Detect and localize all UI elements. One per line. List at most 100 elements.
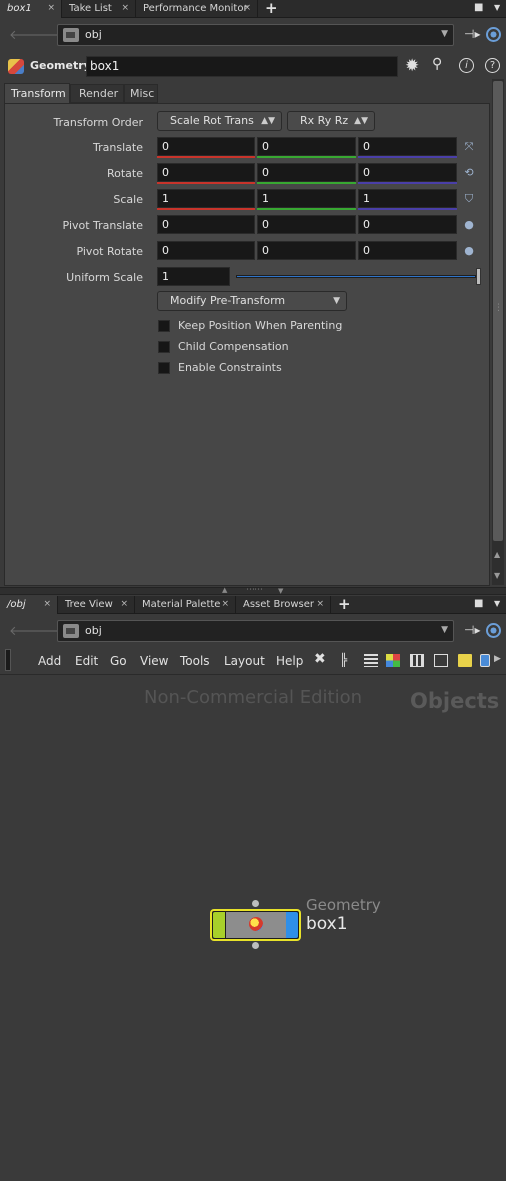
tree-icon[interactable]: ╠ bbox=[340, 653, 347, 667]
tab-obj[interactable]: /obj × bbox=[0, 596, 58, 614]
chevron-down-icon[interactable]: ▼ bbox=[441, 625, 448, 635]
scroll-down-icon[interactable]: ▼ bbox=[494, 571, 500, 580]
pane-menu-icon[interactable]: ▼ bbox=[494, 599, 500, 608]
pivot-handle-icon[interactable]: ● bbox=[463, 219, 475, 231]
close-icon[interactable]: × bbox=[243, 0, 251, 17]
rotate-handle-icon[interactable]: ⟲ bbox=[463, 167, 475, 179]
pivot-translate-z-field[interactable]: 0 bbox=[358, 215, 457, 234]
pivot-rotate-z-field[interactable]: 0 bbox=[358, 241, 457, 260]
scale-z-field[interactable]: 1 bbox=[358, 189, 457, 208]
enable-constraints-checkbox[interactable] bbox=[158, 362, 170, 374]
tab-transform[interactable]: Transform bbox=[4, 83, 70, 103]
tab-performance-monitor[interactable]: Performance Monitor × bbox=[136, 0, 258, 18]
pivot-translate-y-field[interactable]: 0 bbox=[257, 215, 356, 234]
chevron-down-icon[interactable]: ▼ bbox=[441, 29, 448, 39]
link-icon[interactable] bbox=[486, 623, 501, 638]
menu-layout[interactable]: Layout bbox=[224, 654, 265, 668]
rotate-y-field[interactable]: 0 bbox=[257, 163, 356, 182]
close-icon[interactable]: × bbox=[120, 596, 128, 613]
tab-box1[interactable]: box1 × bbox=[0, 0, 62, 18]
sticky-note-icon[interactable] bbox=[458, 654, 472, 667]
path-field[interactable]: obj ▼ bbox=[57, 620, 454, 642]
tab-take-list[interactable]: Take List × bbox=[62, 0, 136, 18]
pane-maximize-icon[interactable]: ■ bbox=[474, 598, 483, 609]
grid-view-icon[interactable] bbox=[410, 654, 424, 667]
node-header: Geometry box1 ✹ ⚲ i ? bbox=[0, 53, 506, 79]
translate-z-field[interactable]: 0 bbox=[358, 137, 457, 156]
close-icon[interactable]: × bbox=[121, 0, 129, 17]
translate-handle-icon[interactable]: ⤧ bbox=[463, 141, 475, 153]
scale-handle-icon[interactable]: ⛉ bbox=[463, 193, 475, 205]
menu-edit[interactable]: Edit bbox=[75, 654, 98, 668]
pivot-rotate-handle-icon[interactable]: ● bbox=[463, 245, 475, 257]
splitter-grip-icon[interactable]: ⋮⋮ bbox=[494, 303, 506, 313]
scale-x-field[interactable]: 1 bbox=[157, 189, 255, 208]
splitter-down-icon[interactable]: ▼ bbox=[278, 587, 283, 595]
link-icon[interactable] bbox=[486, 27, 501, 42]
more-arrow-icon[interactable]: ▶ bbox=[494, 654, 501, 664]
pane-splitter[interactable]: ▲ ⋯⋯ ▼ bbox=[0, 585, 506, 595]
menu-tools[interactable]: Tools bbox=[180, 654, 210, 668]
uniform-scale-slider-track[interactable] bbox=[236, 275, 476, 278]
menu-help[interactable]: Help bbox=[276, 654, 303, 668]
tab-asset-browser[interactable]: Asset Browser × bbox=[236, 596, 331, 614]
scroll-up-icon[interactable]: ▲ bbox=[494, 550, 500, 559]
uniform-scale-field[interactable]: 1 bbox=[157, 267, 230, 286]
pane-maximize-icon[interactable]: ■ bbox=[474, 2, 483, 13]
rotate-x-field[interactable]: 0 bbox=[157, 163, 255, 182]
toolbar-handle[interactable] bbox=[5, 649, 11, 671]
tab-label: Performance Monitor bbox=[143, 3, 248, 14]
scale-y-field[interactable]: 1 bbox=[257, 189, 356, 208]
close-icon[interactable]: × bbox=[43, 596, 51, 613]
list-view-icon[interactable] bbox=[364, 654, 378, 667]
node-render-flag[interactable] bbox=[286, 912, 298, 938]
close-icon[interactable]: × bbox=[221, 596, 229, 613]
node-name-field[interactable]: box1 bbox=[86, 56, 398, 77]
parameter-scrollbar[interactable]: ▲ ▼ bbox=[492, 79, 504, 585]
add-tab-icon[interactable]: + bbox=[338, 596, 351, 612]
modify-pre-transform-button[interactable]: Modify Pre-Transform ▼ bbox=[157, 291, 347, 311]
node-input-connector[interactable] bbox=[252, 900, 259, 907]
node-name-caption[interactable]: box1 bbox=[306, 914, 348, 934]
pane-menu-icon[interactable]: ▼ bbox=[494, 3, 500, 12]
gear-icon[interactable]: ✹ bbox=[405, 56, 419, 76]
splitter-up-icon[interactable]: ▲ bbox=[222, 586, 227, 594]
close-icon[interactable]: × bbox=[316, 596, 324, 613]
node-display-flag[interactable] bbox=[213, 912, 225, 938]
pin-icon[interactable]: ⊣▸ bbox=[464, 623, 480, 637]
pin-icon[interactable]: ⊣▸ bbox=[464, 27, 480, 41]
rotate-z-field[interactable]: 0 bbox=[358, 163, 457, 182]
info-icon[interactable]: i bbox=[459, 58, 474, 73]
node-box1[interactable] bbox=[210, 909, 301, 941]
tools-icon[interactable]: ✖ bbox=[314, 651, 326, 667]
menu-view[interactable]: View bbox=[140, 654, 168, 668]
translate-x-field[interactable]: 0 bbox=[157, 137, 255, 156]
color-palette-icon[interactable] bbox=[386, 654, 400, 667]
add-tab-icon[interactable]: + bbox=[265, 0, 278, 16]
tab-tree-view[interactable]: Tree View × bbox=[58, 596, 135, 614]
keep-position-checkbox[interactable] bbox=[158, 320, 170, 332]
tab-render[interactable]: Render bbox=[70, 84, 124, 103]
menu-add[interactable]: Add bbox=[38, 654, 61, 668]
rotation-order-select[interactable]: Rx Ry Rz ▲▼ bbox=[287, 111, 375, 131]
network-canvas[interactable]: Non-Commercial Edition Objects Geometry … bbox=[0, 676, 506, 1181]
tab-misc[interactable]: Misc bbox=[124, 84, 158, 103]
tab-material-palette[interactable]: Material Palette × bbox=[135, 596, 236, 614]
path-field[interactable]: obj ▼ bbox=[57, 24, 454, 46]
child-compensation-checkbox[interactable] bbox=[158, 341, 170, 353]
pivot-rotate-y-field[interactable]: 0 bbox=[257, 241, 356, 260]
network-box-icon[interactable] bbox=[434, 654, 448, 667]
node-output-connector[interactable] bbox=[252, 942, 259, 949]
transform-order-select[interactable]: Scale Rot Trans ▲▼ bbox=[157, 111, 282, 131]
help-icon[interactable]: ? bbox=[485, 58, 500, 73]
menu-go[interactable]: Go bbox=[110, 654, 127, 668]
pivot-translate-x-field[interactable]: 0 bbox=[157, 215, 255, 234]
close-icon[interactable]: × bbox=[47, 0, 55, 17]
subnet-icon[interactable] bbox=[480, 654, 490, 667]
splitter-grip-icon[interactable]: ⋯⋯ bbox=[246, 585, 263, 595]
translate-y-field[interactable]: 0 bbox=[257, 137, 356, 156]
search-icon[interactable]: ⚲ bbox=[432, 56, 442, 72]
geometry-node-icon bbox=[249, 917, 263, 931]
uniform-scale-slider-handle[interactable] bbox=[476, 268, 481, 285]
pivot-rotate-x-field[interactable]: 0 bbox=[157, 241, 255, 260]
